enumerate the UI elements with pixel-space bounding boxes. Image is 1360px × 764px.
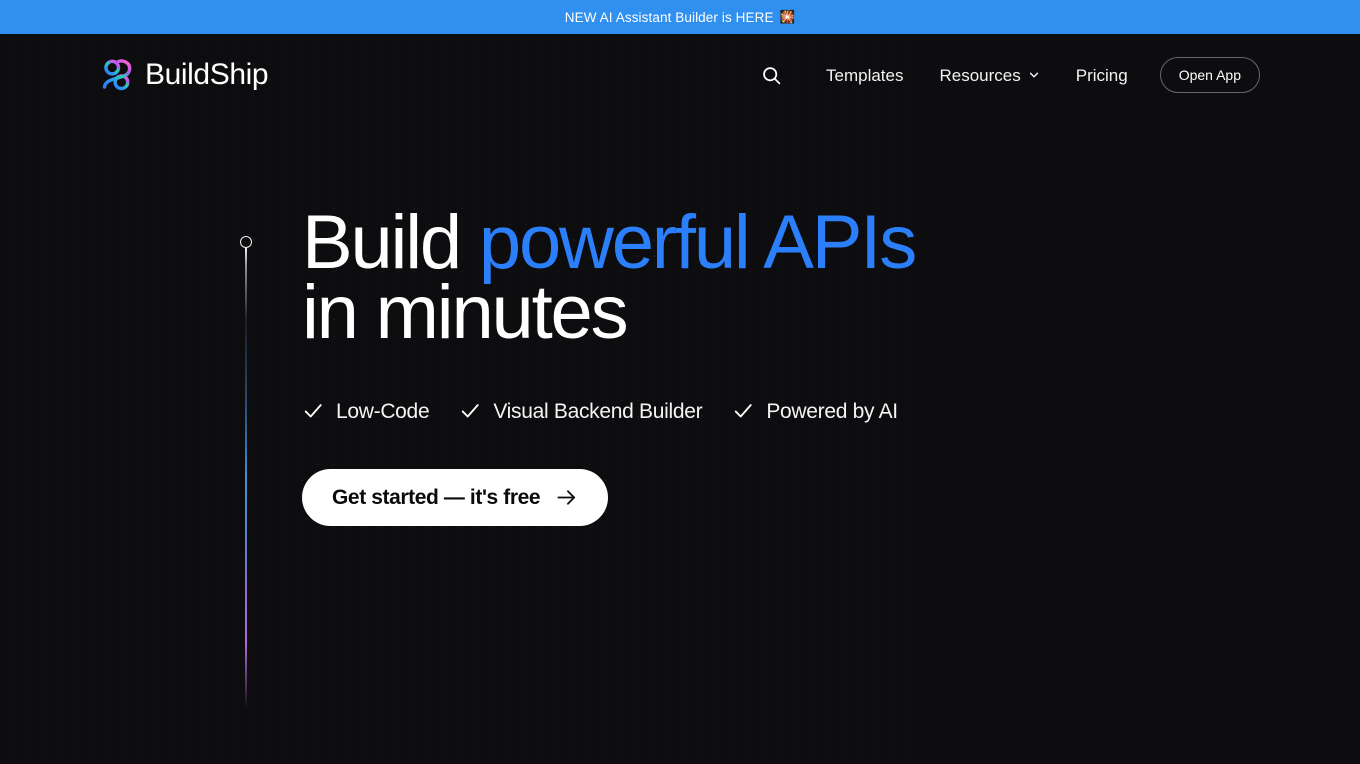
get-started-button[interactable]: Get started — it's free (302, 469, 609, 526)
hero-content: Build powerful APIs in minutes Low-Code … (302, 116, 917, 526)
nav-link-pricing-label: Pricing (1075, 65, 1128, 85)
open-app-button[interactable]: Open App (1159, 57, 1260, 93)
chevron-down-icon (1029, 72, 1038, 78)
nav-link-pricing[interactable]: Pricing (1076, 67, 1128, 84)
brand-name: BuildShip (145, 58, 269, 91)
announcement-text: NEW AI Assistant Builder is HERE (564, 9, 774, 25)
buildship-logo-icon (102, 59, 132, 91)
announcement-link[interactable]: NEW AI Assistant Builder is HERE 🎇 (565, 10, 795, 25)
search-icon (762, 66, 780, 84)
nav-link-templates-label: Templates (826, 65, 904, 85)
hero-timeline-rail (239, 236, 253, 708)
feature-label: Powered by AI (766, 399, 898, 423)
site-header: BuildShip Templates Resources Pricing Op… (0, 34, 1360, 116)
hero-section: Build powerful APIs in minutes Low-Code … (0, 116, 1360, 764)
nav-link-resources-label: Resources (939, 65, 1021, 85)
feature-item-low-code: Low-Code (302, 399, 430, 423)
fireworks-emoji-icon: 🎇 (779, 9, 796, 24)
brand-logo-link[interactable]: BuildShip (100, 56, 269, 94)
headline-line-2: in minutes (302, 270, 629, 355)
feature-item-visual-backend-builder: Visual Backend Builder (459, 399, 703, 423)
feature-list: Low-Code Visual Backend Builder Powered … (302, 400, 915, 422)
feature-item-powered-by-ai: Powered by AI (732, 400, 898, 422)
get-started-button-label: Get started — it's free (332, 485, 541, 509)
feature-label: Low-Code (336, 399, 430, 423)
nav-link-resources[interactable]: Resources (939, 67, 1039, 84)
page-title: Build powerful APIs in minutes (302, 205, 917, 355)
feature-label: Visual Backend Builder (493, 399, 703, 423)
rail-dot-icon (240, 236, 252, 248)
check-icon (304, 404, 322, 418)
primary-navigation: Templates Resources Pricing Open App (754, 57, 1260, 93)
rail-gradient-line (245, 248, 247, 708)
search-button[interactable] (754, 58, 788, 92)
check-icon (462, 404, 480, 418)
nav-link-templates[interactable]: Templates (826, 67, 903, 84)
announcement-banner[interactable]: NEW AI Assistant Builder is HERE 🎇 (0, 0, 1360, 34)
check-icon (735, 404, 753, 418)
arrow-right-icon (557, 490, 576, 505)
